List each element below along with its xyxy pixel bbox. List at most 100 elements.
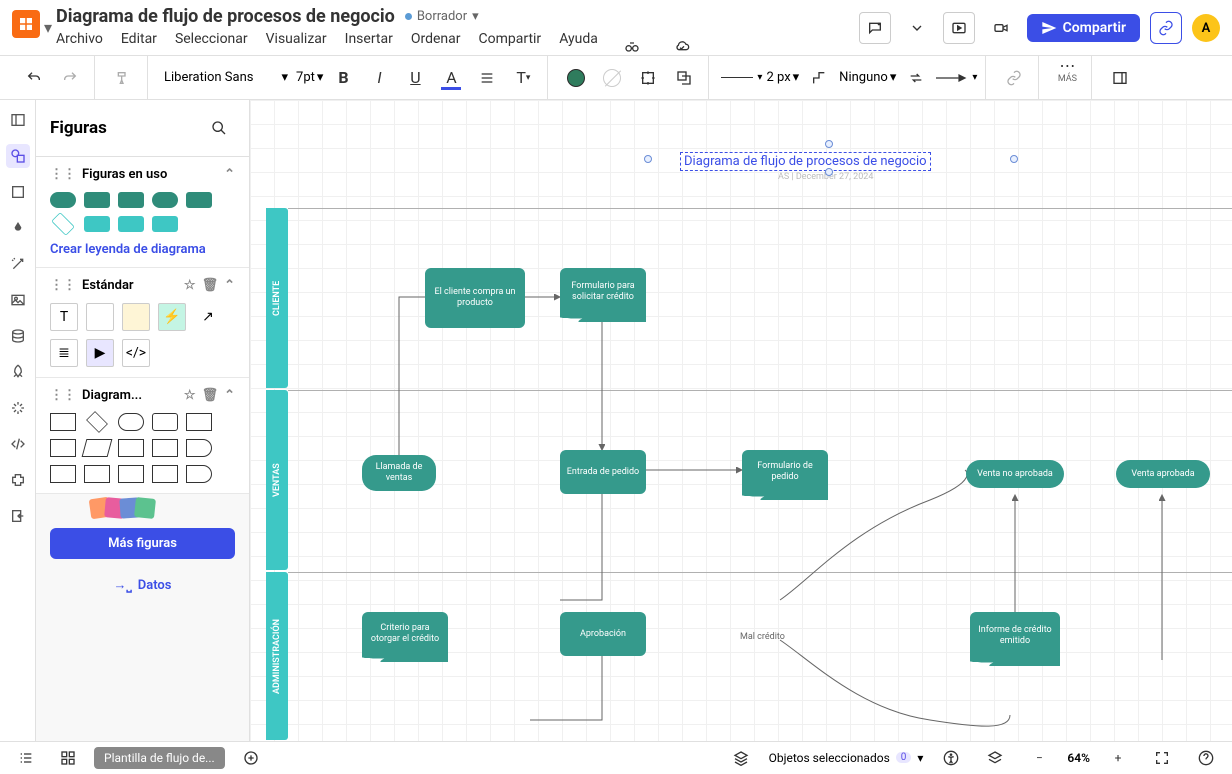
rail-image-icon[interactable] <box>6 288 30 312</box>
collapse-icon[interactable]: ⌃ <box>224 167 235 182</box>
fullscreen-button[interactable] <box>1146 742 1178 774</box>
shape-swatch[interactable] <box>152 192 178 208</box>
lane-ventas[interactable]: VENTAS <box>266 390 288 570</box>
font-select[interactable]: Liberation Sans▾ <box>160 68 292 87</box>
data-link[interactable]: →⎵ Datos <box>36 567 249 603</box>
present-button[interactable] <box>943 12 975 44</box>
shape-swatch[interactable] <box>84 216 110 232</box>
canvas[interactable]: Diagrama de flujo de procesos de negocio… <box>250 100 1232 741</box>
rail-code-icon[interactable] <box>6 432 30 456</box>
line-style-button[interactable] <box>721 62 753 94</box>
collapse-icon[interactable]: ⌃ <box>224 278 235 293</box>
shape-swatch[interactable] <box>118 216 144 232</box>
shape-swatch[interactable] <box>84 192 110 208</box>
search-icon[interactable] <box>203 112 235 144</box>
rail-shapes-icon[interactable] <box>6 144 30 168</box>
help-button[interactable] <box>1190 742 1222 774</box>
rail-sparkle-icon[interactable] <box>6 396 30 420</box>
format-painter-button[interactable] <box>107 62 139 94</box>
trash-icon[interactable]: 🗑 <box>202 388 219 403</box>
text-color-button[interactable]: A <box>435 62 467 94</box>
underline-button[interactable]: U <box>399 62 431 94</box>
flow-shape[interactable] <box>118 413 144 431</box>
bold-button[interactable]: B <box>327 62 359 94</box>
chevron-down-icon[interactable]: ▾ <box>972 72 977 83</box>
selection-handle[interactable] <box>1010 155 1018 163</box>
flow-shape[interactable] <box>152 439 178 457</box>
accessibility-icon[interactable] <box>935 742 967 774</box>
flow-shape[interactable] <box>152 465 178 483</box>
zoom-level[interactable]: 64% <box>1067 751 1090 765</box>
selection-handle[interactable] <box>825 168 833 176</box>
share-button[interactable]: Compartir <box>1027 14 1140 42</box>
line-tool[interactable]: ↗ <box>194 303 222 331</box>
rail-panel-icon[interactable] <box>6 108 30 132</box>
layers-stack-icon[interactable] <box>979 742 1011 774</box>
shape-swatch[interactable] <box>118 192 144 208</box>
comments-button[interactable] <box>859 12 891 44</box>
selected-objects[interactable]: Objetos seleccionados 0 ▾ <box>769 751 924 765</box>
more-shapes-button[interactable]: Más figuras <box>50 528 235 559</box>
flow-shape[interactable] <box>118 465 144 483</box>
fill-color-button[interactable] <box>560 62 592 94</box>
node-formulario-credito[interactable]: Formulario para solicitar crédito <box>560 268 646 316</box>
zoom-in-button[interactable]: + <box>1102 742 1134 774</box>
node-venta-aprobada[interactable]: Venta aprobada <box>1116 460 1210 488</box>
document-title[interactable]: Diagrama de flujo de procesos de negocio <box>56 6 395 27</box>
more-button[interactable]: ⋯ <box>1051 56 1083 74</box>
drag-handle-icon[interactable]: ⋮⋮ <box>50 278 76 293</box>
flow-shape[interactable] <box>84 465 110 483</box>
grid-view-icon[interactable] <box>52 742 84 774</box>
no-fill-button[interactable] <box>596 62 628 94</box>
node-llamada-ventas[interactable]: Llamada de ventas <box>362 455 436 491</box>
collapse-icon[interactable]: ⌃ <box>224 388 235 403</box>
lane-cliente[interactable]: CLIENTE <box>266 208 288 388</box>
font-size-select[interactable]: 7pt▾ <box>296 70 323 85</box>
chevron-down-icon[interactable]: ▾ <box>757 72 762 83</box>
layers-icon[interactable] <box>725 742 757 774</box>
flow-shape[interactable] <box>186 439 212 457</box>
outline-view-icon[interactable] <box>10 742 42 774</box>
record-button[interactable] <box>985 12 1017 44</box>
canvas-title-text[interactable]: Diagrama de flujo de procesos de negocio <box>680 152 931 171</box>
flow-shape[interactable] <box>86 411 108 433</box>
italic-button[interactable]: I <box>363 62 395 94</box>
node-venta-no-aprobada[interactable]: Venta no aprobada <box>966 460 1064 488</box>
rect-tool[interactable] <box>86 303 114 331</box>
rail-ink-icon[interactable] <box>6 216 30 240</box>
flow-shape[interactable] <box>50 465 76 483</box>
line-end-button[interactable] <box>936 62 968 94</box>
flow-shape[interactable] <box>152 413 178 431</box>
shape-swatch[interactable] <box>51 212 75 236</box>
trash-icon[interactable]: 🗑 <box>202 278 219 293</box>
flow-shape[interactable] <box>186 413 212 431</box>
rail-plugin-icon[interactable] <box>6 468 30 492</box>
rail-rocket-icon[interactable] <box>6 360 30 384</box>
copy-link-button[interactable] <box>1150 12 1182 44</box>
star-icon[interactable]: ☆ <box>184 388 196 403</box>
line-swap-button[interactable] <box>900 62 932 94</box>
node-informe-credito[interactable]: Informe de crédito emitido <box>970 612 1060 660</box>
flow-shape[interactable] <box>186 465 212 483</box>
rail-magic-icon[interactable] <box>6 252 30 276</box>
logo-chevron-icon[interactable]: ▾ <box>44 18 56 37</box>
line-start-select[interactable]: Ninguno ▾ <box>839 70 896 85</box>
status-badge[interactable]: Borrador ▾ <box>405 9 479 24</box>
rail-import-icon[interactable] <box>6 504 30 528</box>
node-entrada-pedido[interactable]: Entrada de pedido <box>560 450 646 494</box>
undo-button[interactable] <box>18 62 50 94</box>
star-icon[interactable]: ☆ <box>184 278 196 293</box>
node-criterio-credito[interactable]: Criterio para otorgar el crédito <box>362 612 448 656</box>
create-legend-link[interactable]: Crear leyenda de diagrama <box>50 242 235 257</box>
drag-handle-icon[interactable]: ⋮⋮ <box>50 167 76 182</box>
code-tool[interactable]: </> <box>122 339 150 367</box>
shape-options-button[interactable] <box>632 62 664 94</box>
rail-container-icon[interactable] <box>6 180 30 204</box>
shape-swatch[interactable] <box>50 192 76 208</box>
list-tool[interactable]: ≣ <box>50 339 78 367</box>
text-tool[interactable]: T <box>50 303 78 331</box>
drag-handle-icon[interactable]: ⋮⋮ <box>50 388 76 403</box>
node-aprobacion[interactable]: Aprobación <box>560 612 646 656</box>
flow-shape[interactable] <box>118 439 144 457</box>
selection-handle[interactable] <box>644 155 652 163</box>
